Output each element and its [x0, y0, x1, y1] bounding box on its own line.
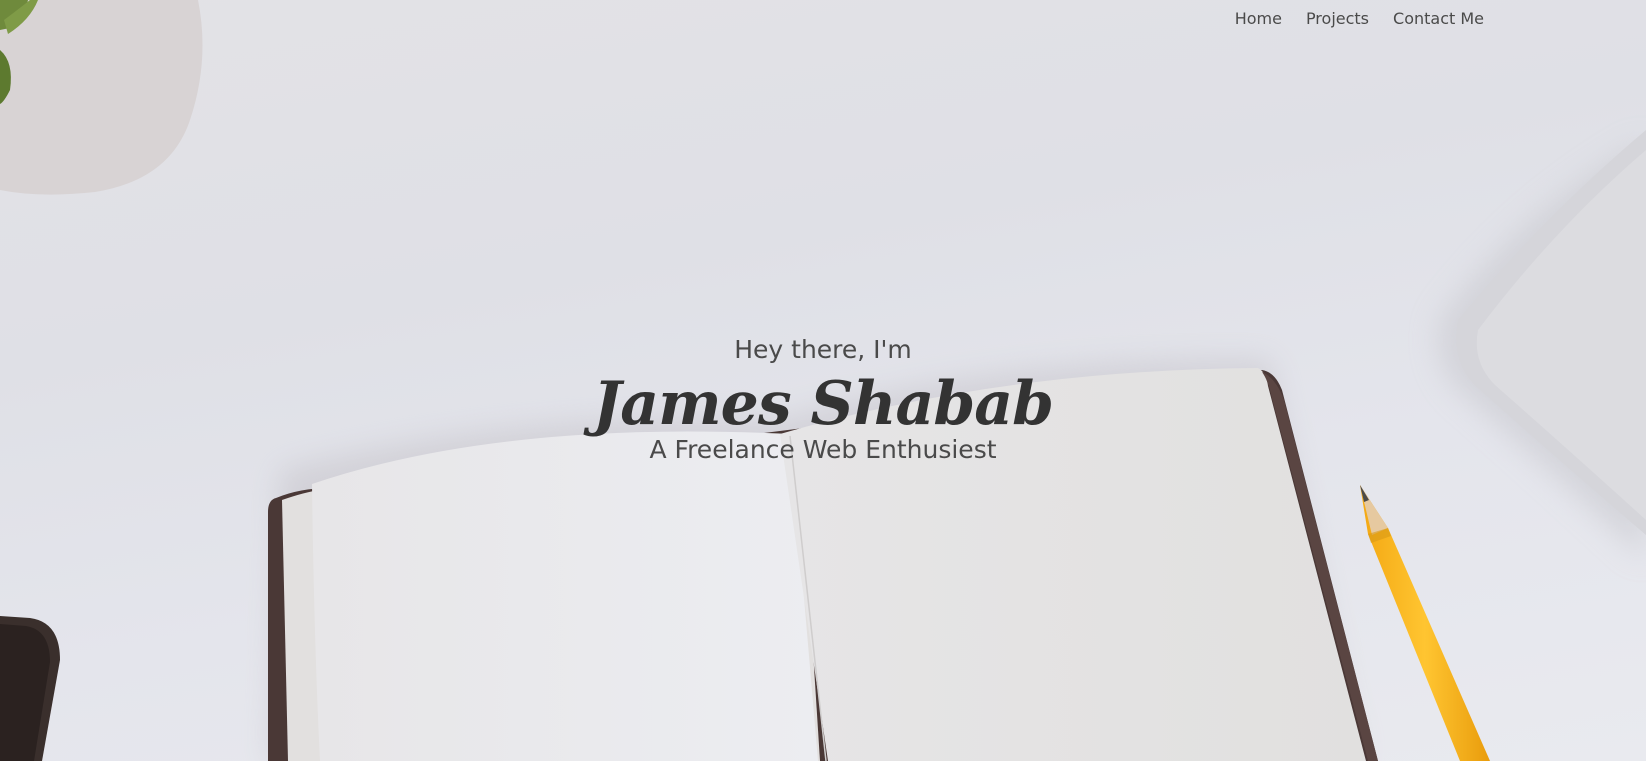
nav-contact-me[interactable]: Contact Me	[1393, 9, 1484, 28]
hero-greeting: Hey there, I'm	[734, 335, 912, 364]
nav-home[interactable]: Home	[1235, 9, 1282, 28]
hero-intro: Hey there, I'm James Shabab A Freelance …	[0, 333, 1646, 467]
hero-tagline: A Freelance Web Enthusiest	[649, 435, 997, 464]
hero-section: Home Projects Contact Me Hey there, I'm …	[0, 0, 1646, 761]
pencil-decor	[1360, 485, 1490, 761]
phone-decor	[0, 616, 60, 761]
nav-projects[interactable]: Projects	[1306, 9, 1369, 28]
top-nav: Home Projects Contact Me	[1235, 9, 1484, 28]
hero-name: James Shabab	[592, 369, 1054, 439]
plant-decor	[0, 0, 203, 195]
